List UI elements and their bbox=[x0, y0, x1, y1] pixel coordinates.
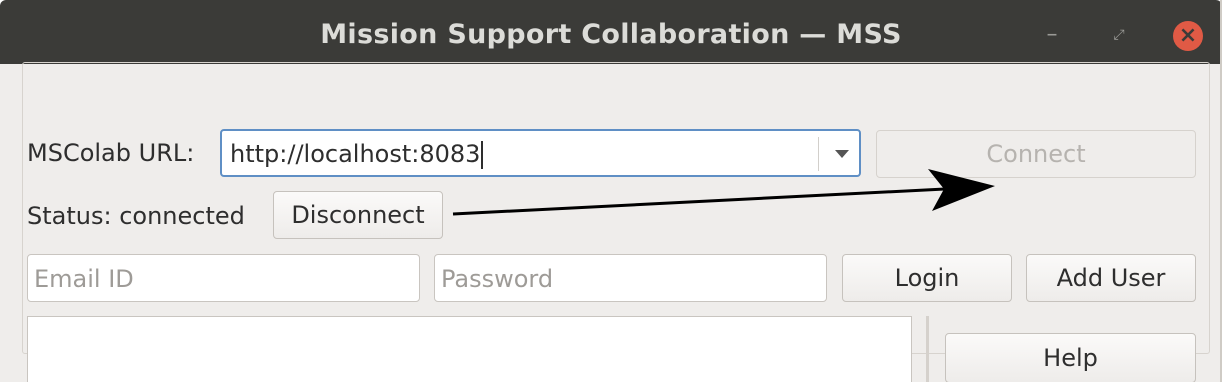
annotation-arrow-line bbox=[452, 187, 946, 216]
mss-window: Mission Support Collaboration — MSS – ⤢ … bbox=[0, 0, 1222, 382]
arrow-right-icon bbox=[452, 169, 995, 216]
